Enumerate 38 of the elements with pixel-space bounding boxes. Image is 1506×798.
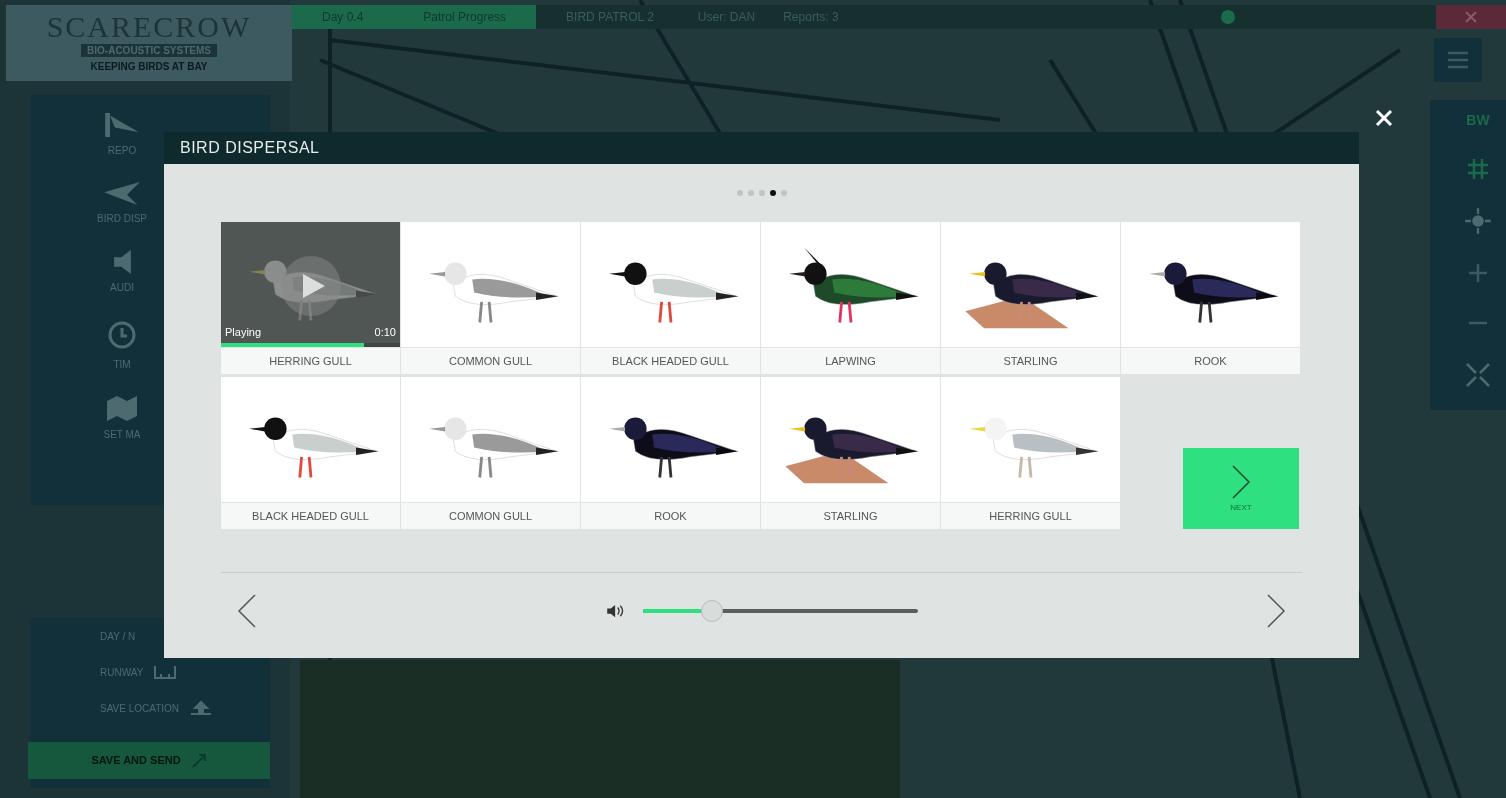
volume-slider-thumb[interactable] [701,599,724,622]
close-app-button[interactable] [1436,5,1506,29]
chevron-right-icon [1231,463,1251,500]
logo-tagline: KEEPING BIRDS AT BAY [90,60,208,74]
sidebar-item[interactable]: AUDI [80,250,164,295]
status-circle-icon [1220,9,1236,25]
grid-icon[interactable] [1466,157,1490,181]
menu-icon [1446,50,1470,70]
logo-subtitle: BIO-ACOUSTIC SYSTEMS [81,44,217,57]
speaker-icon [113,250,131,274]
menu-button[interactable] [1434,38,1482,82]
dialog-title: BIRD DISPERSAL [180,138,320,158]
sidebar-option[interactable]: RUNWAY [100,664,178,680]
send-icon [190,752,207,769]
upload-icon [189,700,214,716]
sidebar-item[interactable]: SET MA [80,396,164,442]
zoom-in-icon[interactable] [1466,261,1490,285]
bw-toggle[interactable]: BW [1446,110,1490,131]
sidebar-option[interactable]: SAVE LOCATION [100,700,214,716]
fit-screen-icon[interactable] [1464,361,1492,389]
locate-icon[interactable] [1464,207,1492,235]
next-button[interactable]: NEXT [1183,448,1299,529]
playing-time: 0:10 [374,324,396,340]
close-icon [1374,108,1394,128]
sidebar-item[interactable]: BIRD DISP [80,182,164,226]
map-icon [107,396,137,421]
volume-slider-track[interactable] [643,599,918,622]
save-and-send-button[interactable]: SAVE AND SEND [28,742,270,779]
close-icon [1465,11,1477,23]
next-page-icon[interactable] [1266,592,1286,629]
runway-icon [153,664,178,680]
bird-tile[interactable]: Playing 0:10 HERRING GULL [221,222,400,374]
timer-icon [106,319,138,351]
sidebar-item[interactable]: REPO [80,113,164,158]
sidebar-item[interactable]: TIM [80,319,164,372]
previous-page-icon[interactable] [237,592,257,629]
playing-status: Playing [225,324,262,340]
sidebar-option[interactable]: DAY / N [100,628,136,644]
